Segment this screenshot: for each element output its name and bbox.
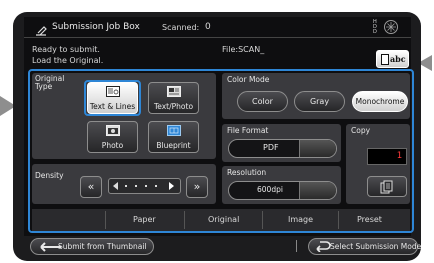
scanned-count: 0 [205, 22, 211, 32]
blueprint-button[interactable]: Blueprint [148, 121, 199, 153]
abc-button[interactable]: abc [376, 50, 409, 68]
scanned-label: Scanned: [162, 23, 200, 32]
submission-box-icon [34, 22, 48, 41]
density-level-indicator [169, 182, 174, 190]
file-format-dropdown-button[interactable] [299, 140, 336, 157]
photo-icon [106, 125, 120, 136]
color-button[interactable]: Color [237, 91, 288, 112]
copy-title: Copy [351, 126, 371, 135]
text-lines-icon [106, 86, 120, 97]
settings-indicator-icon [382, 19, 400, 39]
density-tick [135, 185, 137, 187]
footer-divider [296, 240, 297, 252]
tab-original[interactable]: Original [208, 215, 239, 224]
status-load: Load the Original. [32, 56, 104, 65]
resolution-title: Resolution [227, 168, 267, 177]
file-name: File:SCAN_ [222, 45, 265, 54]
resolution-dropdown-button[interactable] [299, 182, 336, 199]
file-format-title: File Format [227, 126, 269, 135]
status-ready: Ready to submit. [32, 45, 100, 54]
density-lighter-button[interactable]: « [80, 176, 102, 198]
page-title: Submission Job Box [52, 22, 140, 32]
tab-image[interactable]: Image [288, 215, 313, 224]
resolution-selector[interactable]: 600dpi [228, 181, 337, 200]
density-left-marker [113, 182, 118, 190]
copy-keypad-button[interactable] [367, 176, 407, 197]
original-type-title: Original Type [35, 74, 65, 91]
text-photo-icon [167, 86, 181, 97]
density-tick [155, 185, 157, 187]
density-tick [125, 185, 127, 187]
photo-button[interactable]: Photo [87, 121, 138, 153]
text-photo-button[interactable]: Text/Photo [148, 82, 199, 114]
density-tick [145, 185, 147, 187]
density-scale [108, 178, 181, 194]
density-title: Density [35, 171, 64, 180]
submit-from-thumbnail-button[interactable]: Submit from Thumbnail [30, 238, 154, 255]
monochrome-button[interactable]: Monochrome [352, 91, 408, 112]
doc-icon [381, 54, 389, 65]
color-mode-title: Color Mode [227, 75, 270, 84]
hdd-indicator: HDD [373, 19, 377, 35]
text-lines-button[interactable]: Text & Lines [87, 82, 138, 114]
density-darker-button[interactable]: » [186, 176, 208, 198]
copy-count-display: 1 [367, 148, 407, 165]
file-format-selector[interactable]: PDF [228, 139, 337, 158]
copy-icon [380, 180, 393, 194]
gray-button[interactable]: Gray [294, 91, 345, 112]
select-submission-mode-button[interactable]: Select Submission Mode [308, 238, 421, 255]
blueprint-icon [167, 125, 181, 136]
tab-paper[interactable]: Paper [133, 215, 156, 224]
tab-preset[interactable]: Preset [357, 215, 382, 224]
